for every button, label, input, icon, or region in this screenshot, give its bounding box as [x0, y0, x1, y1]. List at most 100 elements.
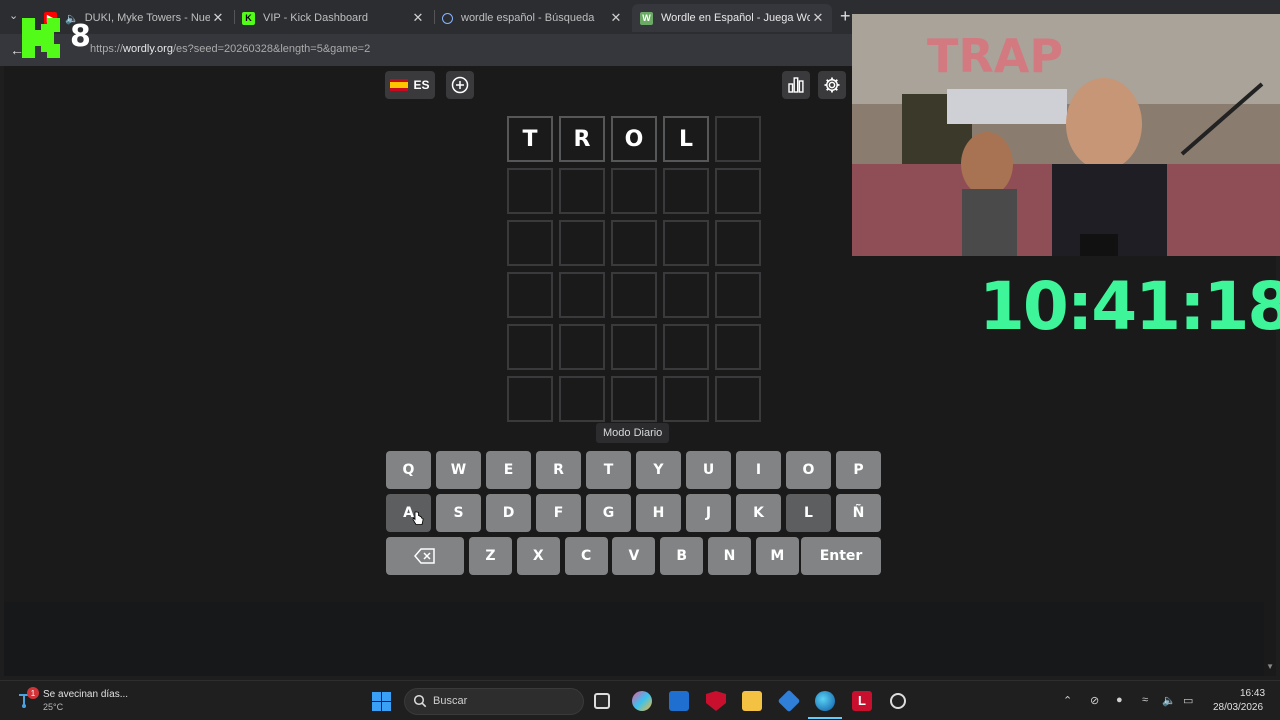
key-m[interactable]: M	[755, 537, 799, 575]
board-tile	[715, 376, 761, 422]
app-icon[interactable]	[777, 689, 801, 713]
weather-temperature: 25°C	[43, 702, 64, 712]
key-o[interactable]: O	[786, 451, 831, 489]
search-placeholder: Buscar	[433, 695, 468, 707]
task-view-icon[interactable]	[594, 693, 610, 709]
mode-label: Modo Diario	[596, 423, 670, 443]
windows-taskbar: 1 Se avecinan días... 25°C Buscar L ⌃ ⊘ …	[0, 680, 1280, 720]
board-tile	[559, 220, 605, 266]
svg-text:TRAP: TRAP	[927, 29, 1063, 83]
board-tile	[559, 376, 605, 422]
file-explorer-icon[interactable]	[742, 691, 762, 711]
url-path: /es?seed=20260328&length=5&game=2	[172, 43, 371, 55]
board-tile	[663, 168, 709, 214]
tab-title: wordle español - Búsqueda	[461, 12, 595, 24]
key-a[interactable]: A	[386, 494, 431, 532]
language-button[interactable]: ES	[385, 71, 435, 99]
key-u[interactable]: U	[686, 451, 731, 489]
key-i[interactable]: I	[736, 451, 781, 489]
tab-title: DUKI, Myke Towers - Nueva E	[84, 12, 210, 24]
mcafee-icon[interactable]	[706, 691, 726, 711]
key-l[interactable]: L	[786, 494, 831, 532]
key-s[interactable]: S	[436, 494, 481, 532]
kick-icon: K	[242, 11, 255, 25]
key-y[interactable]: Y	[636, 451, 681, 489]
backspace-key[interactable]	[386, 537, 464, 575]
url-prefix: https://	[90, 43, 124, 55]
microphone-icon[interactable]: ●	[1116, 694, 1123, 706]
key-h[interactable]: H	[636, 494, 681, 532]
key-p[interactable]: P	[836, 451, 881, 489]
new-game-button[interactable]	[446, 71, 474, 99]
board-tile	[507, 376, 553, 422]
close-tab-icon[interactable]: ✕	[608, 10, 624, 26]
key-j[interactable]: J	[686, 494, 731, 532]
statistics-button[interactable]	[782, 71, 810, 99]
weather-headline[interactable]: Se avecinan días...	[43, 689, 128, 700]
key-enie[interactable]: Ñ	[836, 494, 881, 532]
clock-date[interactable]: 28/03/2026	[1213, 702, 1263, 713]
notification-badge: 1	[27, 687, 39, 699]
copilot-icon[interactable]	[632, 691, 652, 711]
network-off-icon[interactable]: ⊘	[1090, 694, 1099, 707]
stream-timer: 10:41:18	[979, 268, 1280, 345]
key-q[interactable]: Q	[386, 451, 431, 489]
url-field[interactable]: https://wordly.org/es?seed=20260328&leng…	[90, 43, 370, 55]
tab-wordle[interactable]: W Wordle en Español - Juega Wordle ✕	[632, 4, 832, 32]
board-tile	[663, 376, 709, 422]
board-tile	[715, 272, 761, 318]
key-b[interactable]: B	[660, 537, 704, 575]
windows-start-icon[interactable]	[372, 692, 391, 711]
board-tile	[559, 324, 605, 370]
tab-youtube-duki[interactable]: ▶ 🔈 DUKI, Myke Towers - Nueva E ✕	[36, 4, 232, 32]
github-icon[interactable]	[890, 693, 906, 709]
key-e[interactable]: E	[486, 451, 531, 489]
close-tab-icon[interactable]: ✕	[410, 10, 426, 26]
board-tile: R	[559, 116, 605, 162]
key-v[interactable]: V	[612, 537, 656, 575]
key-z[interactable]: Z	[469, 537, 512, 575]
enter-key[interactable]: Enter	[801, 537, 881, 575]
board-tile	[611, 168, 657, 214]
key-r[interactable]: R	[536, 451, 581, 489]
wordle-icon: W	[640, 11, 653, 25]
board-tile	[507, 272, 553, 318]
url-domain: wordly.org	[123, 43, 173, 55]
tab-title: Wordle en Español - Juega Wordle	[661, 12, 810, 24]
show-hidden-icons-chevron-icon[interactable]: ⌃	[1063, 694, 1072, 707]
close-tab-icon[interactable]: ✕	[210, 10, 226, 26]
key-d[interactable]: D	[486, 494, 531, 532]
key-g[interactable]: G	[586, 494, 631, 532]
board-tile	[559, 168, 605, 214]
board-tile	[663, 272, 709, 318]
key-x[interactable]: X	[516, 537, 560, 575]
edge-icon[interactable]	[815, 691, 835, 711]
tab-list-chevron-icon[interactable]: ⌄	[9, 9, 18, 22]
battery-icon[interactable]: ▭	[1183, 694, 1193, 707]
adobe-acrobat-icon[interactable]: L	[852, 691, 872, 711]
board-tile	[715, 324, 761, 370]
language-label: ES	[413, 78, 430, 92]
volume-icon[interactable]: 🔈	[1162, 694, 1176, 707]
close-tab-icon[interactable]: ✕	[810, 10, 826, 26]
board-tile	[715, 168, 761, 214]
tab-search-wordle[interactable]: wordle español - Búsqueda ✕	[434, 4, 630, 32]
board-tile	[507, 324, 553, 370]
kick-overlay-number: 8	[70, 19, 91, 54]
key-k[interactable]: K	[736, 494, 781, 532]
key-w[interactable]: W	[436, 451, 481, 489]
active-app-indicator	[808, 717, 842, 719]
clock-time[interactable]: 16:43	[1240, 688, 1265, 699]
settings-button[interactable]	[818, 71, 846, 99]
tab-kick-dashboard[interactable]: K VIP - Kick Dashboard ✕	[234, 4, 432, 32]
key-c[interactable]: C	[564, 537, 608, 575]
scroll-down-icon[interactable]: ▼	[1266, 662, 1274, 671]
taskbar-search[interactable]: Buscar	[404, 688, 584, 715]
store-icon[interactable]	[669, 691, 689, 711]
board-tile	[611, 376, 657, 422]
key-f[interactable]: F	[536, 494, 581, 532]
key-t[interactable]: T	[586, 451, 631, 489]
wifi-icon[interactable]: ≈	[1142, 694, 1148, 706]
key-n[interactable]: N	[708, 537, 751, 575]
board-tile: T	[507, 116, 553, 162]
